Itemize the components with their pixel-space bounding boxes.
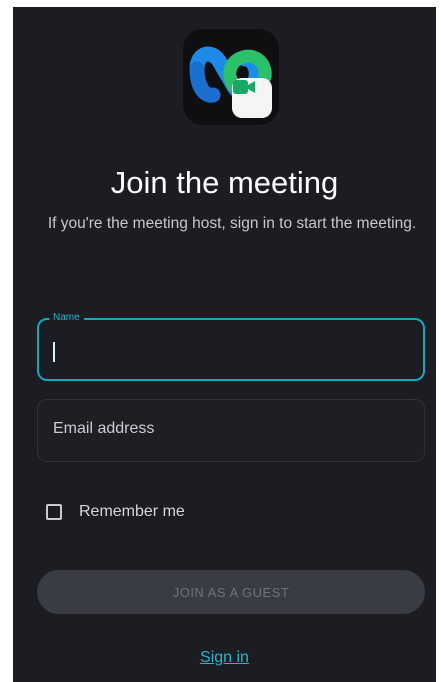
name-field[interactable]: Name: [37, 312, 425, 381]
remember-me-option[interactable]: Remember me: [46, 503, 185, 521]
sign-in-link[interactable]: Sign in: [13, 649, 436, 667]
page-title: Join the meeting: [110, 165, 339, 200]
join-as-guest-button[interactable]: JOIN AS A GUEST: [37, 570, 425, 614]
email-placeholder: Email address: [53, 420, 155, 437]
remember-me-label: Remember me: [79, 503, 185, 520]
webex-logo-icon: [183, 29, 279, 125]
name-field-label: Name: [49, 312, 84, 324]
host-instructions: If you're the meeting host, sign in to s…: [47, 215, 417, 232]
video-camera-icon: [232, 78, 272, 118]
remember-me-checkbox[interactable]: [46, 504, 62, 520]
email-field[interactable]: Email address: [37, 399, 425, 462]
text-cursor: [53, 342, 55, 362]
join-meeting-screen: Join the meeting If you're the meeting h…: [13, 7, 436, 682]
